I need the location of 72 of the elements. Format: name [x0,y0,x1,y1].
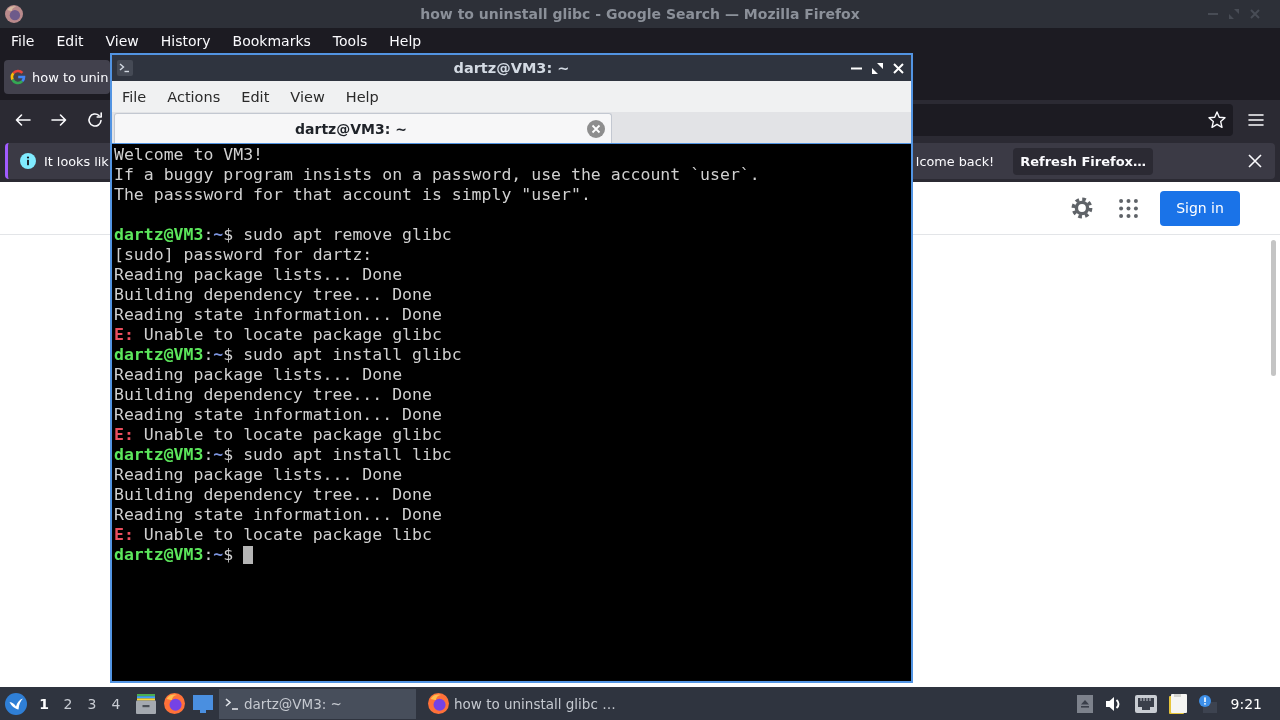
browser-tab[interactable]: how to unin [4,60,110,94]
terminal-prompt-icon [225,697,239,710]
window-title: how to uninstall glibc - Google Search — Mozilla Firefox [420,6,860,22]
workspace-button[interactable]: 2 [56,689,80,718]
output-line: If a buggy program insists on a password, use the account `user`. [114,165,760,185]
scrollbar[interactable] [1271,240,1276,376]
error-line: E: Unable to locate package libc [114,525,432,545]
menu-item[interactable]: File [122,88,147,105]
apps-grid-icon[interactable] [1119,198,1138,218]
star-icon[interactable] [1208,111,1226,129]
menu-item[interactable]: File [11,33,35,49]
info-icon [20,153,36,169]
maximize-icon[interactable] [872,62,883,74]
workspace-button[interactable]: 1 [32,689,56,718]
refresh-button[interactable]: Refresh Firefox… [1013,147,1153,175]
output-line: Reading package lists... Done [114,265,403,285]
output-line: Building dependency tree... Done [114,285,432,305]
browser-logo-icon [5,5,23,23]
screen-icon[interactable] [193,694,213,713]
close-tab-icon[interactable] [587,119,605,138]
menu-item[interactable]: Edit [56,33,84,49]
clipboard-icon[interactable] [1168,693,1187,714]
menu-item[interactable]: Tools [332,33,368,49]
reload-icon[interactable] [87,112,103,128]
taskbar-task[interactable]: dartz@VM3: ~ [219,688,416,719]
output-line: Reading package lists... Done [114,365,403,385]
output-line: The passsword for that account is simply "user". [114,185,591,205]
output-line: Reading state information... Done [114,305,442,325]
menu-item[interactable]: Actions [167,88,221,105]
window-title: dartz@VM3: ~ [453,60,570,76]
ethernet-port-icon[interactable] [1134,694,1157,713]
menu-item[interactable]: Help [389,33,422,49]
menu-item[interactable]: View [290,88,325,105]
workspace-button[interactable]: 3 [80,689,104,718]
terminal-tab[interactable]: dartz@VM3: ~ [114,113,612,143]
taskbar-task[interactable]: how to uninstall glibc … [422,688,619,719]
start-menu-icon[interactable] [5,692,27,715]
menu-item[interactable]: History [160,33,211,49]
output-line: Building dependency tree... Done [114,385,432,405]
menu-item[interactable]: View [105,33,139,49]
terminal-icon [117,60,133,76]
menu-item[interactable]: Help [345,88,379,105]
url-field[interactable] [913,104,1233,136]
alert-icon[interactable] [1198,694,1217,713]
output-line: Welcome to VM3! [114,145,263,165]
menu-icon[interactable] [1248,114,1264,126]
eject-icon[interactable] [1076,694,1093,713]
browser-logo-icon[interactable] [164,693,185,714]
notification-text: It looks lik [44,153,109,169]
forward-icon[interactable] [51,112,67,128]
output-line: Reading state information... Done [114,405,442,425]
menu-item[interactable]: Bookmarks [232,33,311,49]
prompt-line: dartz@VM3:~$ sudo apt install glibc [114,345,462,365]
browser-logo-icon [428,693,449,714]
settings-icon[interactable] [1071,197,1093,219]
output-line: Reading package lists... Done [114,465,403,485]
back-icon[interactable] [15,112,31,128]
menu-item[interactable]: Edit [241,88,270,105]
error-line: E: Unable to locate package glibc [114,325,442,345]
notification-text: lcome back! [915,153,995,169]
prompt-line: dartz@VM3:~$ sudo apt remove glibc [114,225,452,245]
clock: 9:21 [1230,695,1262,712]
prompt-line: dartz@VM3:~$ [114,545,234,565]
output-line: Reading state information... Done [114,505,442,525]
workspace-button[interactable]: 4 [104,689,128,718]
output-line: [sudo] password for dartz: [114,245,373,265]
sign-in-button[interactable]: Sign in [1160,190,1240,226]
output-line: Building dependency tree... Done [114,485,432,505]
favicon-icon [10,69,26,85]
file-cabinet-icon[interactable] [136,693,156,714]
prompt-line: dartz@VM3:~$ sudo apt install libc [114,445,452,465]
error-line: E: Unable to locate package glibc [114,425,442,445]
